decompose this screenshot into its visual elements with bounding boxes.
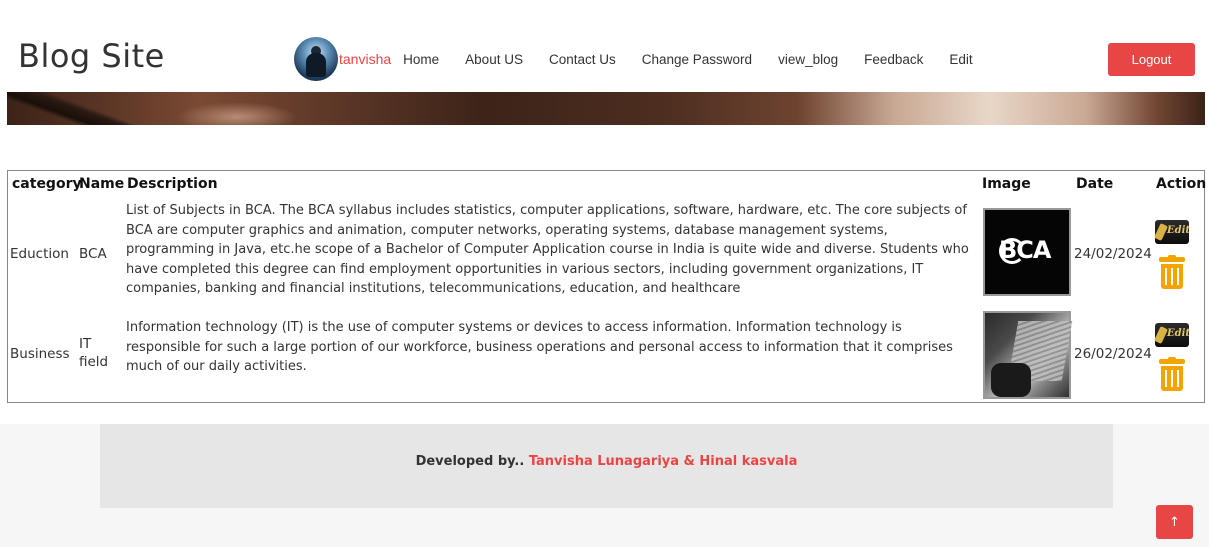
back-to-top-button[interactable]: ↑: [1156, 505, 1193, 539]
column-header-name: Name: [79, 176, 125, 192]
hero-streak-shape: [7, 92, 137, 125]
row-2-delete-trash-icon[interactable]: [1159, 357, 1185, 391]
edit-icon-text: Edit: [1167, 328, 1191, 339]
trash-lid-shape: [1159, 359, 1185, 364]
row-1-edit-icon[interactable]: Edit: [1153, 220, 1191, 244]
user-avatar[interactable]: [294, 37, 338, 81]
trash-can-shape: [1161, 366, 1183, 391]
developer-credit: Developed by.. Tanvisha Lunagariya & Hin…: [100, 454, 1113, 469]
row-2-image[interactable]: [983, 311, 1073, 399]
row-1-description: List of Subjects in BCA. The BCA syllabu…: [126, 203, 969, 296]
row-2-edit-icon[interactable]: Edit: [1153, 323, 1191, 347]
arrow-up-icon: ↑: [1169, 514, 1180, 530]
edit-icon-text: Edit: [1167, 225, 1191, 236]
trash-can-shape: [1161, 264, 1183, 289]
nav-about-us[interactable]: About US: [465, 52, 523, 67]
hero-glow-shape: [177, 102, 297, 125]
hand-shape: [991, 363, 1031, 397]
bca-logo-text: BCA: [999, 236, 1051, 264]
hero-banner-image: [7, 92, 1205, 125]
column-header-category: category: [12, 176, 82, 192]
row-1-category: Eduction: [10, 246, 69, 262]
column-header-date: Date: [1076, 176, 1114, 192]
column-header-description: Description: [127, 176, 218, 192]
site-footer: Developed by.. Tanvisha Lunagariya & Hin…: [0, 424, 1209, 547]
site-brand[interactable]: Blog Site: [18, 37, 165, 75]
nav-change-password[interactable]: Change Password: [642, 52, 752, 67]
logout-button[interactable]: Logout: [1108, 43, 1195, 76]
column-header-action: Action: [1156, 176, 1207, 192]
row-1-name: BCA: [79, 246, 107, 262]
row-1-date: 24/02/2024: [1074, 246, 1152, 262]
blog-table: category Name Description Image Date Act…: [7, 170, 1207, 403]
nav-view-blog[interactable]: view_blog: [778, 52, 838, 67]
row-2-description: Information technology (IT) is the use o…: [126, 320, 953, 374]
row-2-date: 26/02/2024: [1074, 346, 1152, 362]
avatar-figure-shape: [306, 53, 326, 77]
nav-edit[interactable]: Edit: [949, 52, 972, 67]
main-nav: tanvisha Home About US Contact Us Change…: [294, 37, 999, 81]
nav-home[interactable]: Home: [403, 52, 439, 67]
trash-lid-shape: [1159, 257, 1185, 262]
nav-contact-us[interactable]: Contact Us: [549, 52, 616, 67]
pen-icon: [1153, 223, 1169, 241]
row-1-image[interactable]: BCA: [983, 208, 1071, 296]
site-header: Blog Site tanvisha Home About US Contact…: [0, 0, 1209, 92]
column-header-image: Image: [982, 176, 1031, 192]
row-1-delete-trash-icon[interactable]: [1159, 255, 1185, 289]
row-2-category: Business: [10, 346, 70, 362]
username-label: tanvisha: [339, 51, 392, 67]
nav-feedback[interactable]: Feedback: [864, 52, 923, 67]
credit-names: Tanvisha Lunagariya & Hinal kasvala: [528, 454, 798, 469]
credit-prefix: Developed by..: [415, 454, 525, 469]
footer-box: Developed by.. Tanvisha Lunagariya & Hin…: [100, 424, 1113, 508]
row-2-name: IT field: [79, 336, 109, 370]
pen-icon: [1153, 326, 1169, 344]
